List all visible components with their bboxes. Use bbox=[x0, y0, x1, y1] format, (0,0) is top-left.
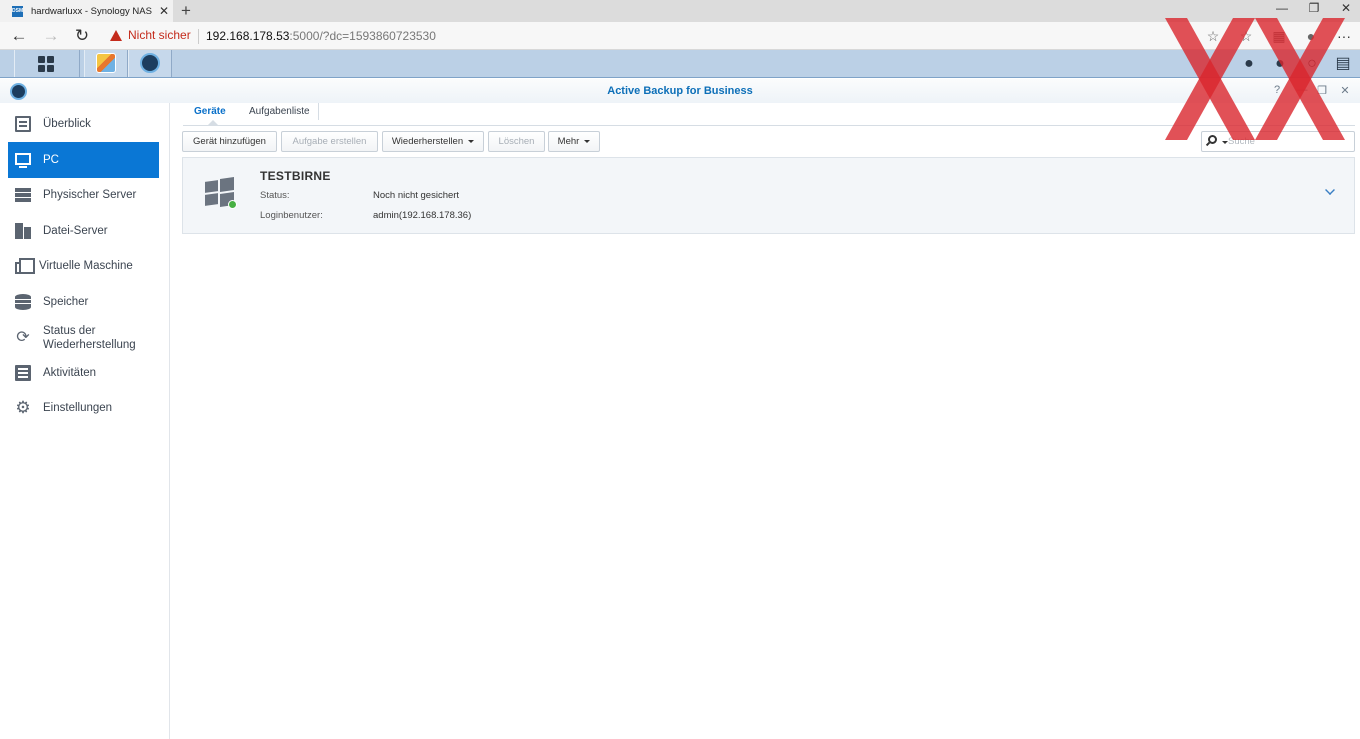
more-button-label: Mehr bbox=[557, 136, 580, 147]
sidebar-item-physical-server[interactable]: Physischer Server bbox=[8, 177, 159, 213]
notifications-chat-icon[interactable]: ● bbox=[1239, 54, 1259, 74]
sidebar-item-label: Physischer Server bbox=[43, 189, 137, 201]
sidebar-item-label: Aktivitäten bbox=[43, 367, 97, 379]
sidebar-item-label: Datei-Server bbox=[43, 225, 108, 237]
sidebar-item-label: Überblick bbox=[43, 118, 91, 130]
create-task-button[interactable]: Aufgabe erstellen bbox=[281, 131, 378, 152]
reload-icon[interactable]: ↻ bbox=[71, 25, 93, 47]
search-icon[interactable]: ○ bbox=[1302, 54, 1322, 74]
security-label: Nicht sicher bbox=[128, 28, 191, 42]
login-user-label: Loginbenutzer: bbox=[260, 210, 323, 221]
browser-tab-title: hardwarluxx - Synology NAS bbox=[31, 5, 152, 17]
chevron-down-icon bbox=[584, 140, 591, 143]
more-button[interactable]: Mehr bbox=[548, 131, 600, 152]
restore-status-icon: ⟳ bbox=[16, 329, 30, 346]
forward-arrow-icon[interactable]: → bbox=[40, 25, 62, 47]
main-menu-icon bbox=[38, 56, 54, 72]
dsm-favicon-icon: DSM bbox=[12, 5, 23, 17]
search-input[interactable] bbox=[1228, 134, 1348, 149]
collections-icon[interactable]: ▦ bbox=[1270, 27, 1288, 45]
browser-tab[interactable]: DSM hardwarluxx - Synology NAS ✕ bbox=[0, 0, 173, 22]
url-host: 192.168.178.53 bbox=[206, 29, 290, 43]
device-card[interactable]: TESTBIRNE Status: Noch nicht gesichert L… bbox=[182, 157, 1355, 234]
search-box[interactable] bbox=[1201, 131, 1355, 152]
status-label: Status: bbox=[260, 190, 290, 201]
sidebar: Überblick PC Physischer Server Datei-Ser… bbox=[0, 103, 170, 739]
sidebar-item-storage[interactable]: Speicher bbox=[8, 284, 159, 320]
dsm-taskbar: ● ● ○ ▤ bbox=[0, 50, 1360, 78]
main-tabs: Geräte Aufgabenliste bbox=[183, 103, 1355, 126]
settings-icon: ⚙ bbox=[15, 398, 31, 417]
more-menu-icon[interactable]: ··· bbox=[1335, 27, 1353, 45]
address-separator bbox=[198, 29, 199, 44]
close-app-icon[interactable]: ✕ bbox=[1338, 84, 1352, 97]
tab-devices[interactable]: Geräte bbox=[194, 106, 226, 117]
new-tab-button[interactable]: + bbox=[178, 1, 194, 21]
active-backup-icon bbox=[140, 53, 160, 73]
minimize-app-icon[interactable]: — bbox=[1295, 84, 1309, 96]
taskbar-app-package-center[interactable] bbox=[84, 50, 128, 77]
activity-icon bbox=[15, 365, 31, 381]
sidebar-item-label: Einstellungen bbox=[43, 402, 113, 414]
address-bar: ← → ↻ Nicht sicher 192.168.178.53:5000/?… bbox=[0, 22, 1360, 50]
sidebar-item-activities[interactable]: Aktivitäten bbox=[8, 355, 159, 391]
vm-icon bbox=[15, 258, 35, 274]
sidebar-item-file-server[interactable]: Datei-Server bbox=[8, 213, 159, 249]
back-arrow-icon[interactable]: ← bbox=[8, 25, 30, 47]
file-server-icon bbox=[15, 223, 31, 239]
url-field[interactable]: 192.168.178.53:5000/?dc=1593860723530 bbox=[206, 29, 436, 43]
overview-icon bbox=[15, 116, 31, 132]
delete-button[interactable]: Löschen bbox=[488, 131, 545, 152]
favorites-list-icon[interactable]: ☆ bbox=[1237, 27, 1255, 45]
sidebar-item-label: PC bbox=[43, 154, 59, 166]
tab-task-list[interactable]: Aufgabenliste bbox=[249, 106, 310, 117]
widgets-icon[interactable]: ▤ bbox=[1333, 54, 1353, 74]
url-path: :5000/?dc=1593860723530 bbox=[289, 29, 436, 43]
login-user-value: admin(192.168.178.36) bbox=[373, 210, 472, 221]
online-status-dot bbox=[228, 200, 237, 209]
favorite-star-icon[interactable]: ☆ bbox=[1204, 27, 1222, 45]
security-indicator[interactable]: Nicht sicher bbox=[110, 28, 191, 42]
restore-button-label: Wiederherstellen bbox=[391, 136, 464, 147]
search-icon[interactable] bbox=[1208, 135, 1217, 144]
browser-tabstrip: DSM hardwarluxx - Synology NAS ✕ + — ❐ ✕ bbox=[0, 0, 1360, 22]
add-device-button[interactable]: Gerät hinzufügen bbox=[182, 131, 277, 152]
restore-window-icon[interactable]: ❐ bbox=[1298, 0, 1330, 18]
tab-separator bbox=[318, 103, 319, 120]
sidebar-item-label: Status der Wiederherstellung bbox=[43, 325, 136, 351]
sidebar-item-virtual-machine[interactable]: Virtuelle Maschine bbox=[8, 248, 159, 284]
app-window-titlebar: Active Backup for Business ? — ❐ ✕ bbox=[0, 79, 1360, 103]
storage-icon bbox=[15, 294, 31, 310]
app-title: Active Backup for Business bbox=[607, 85, 753, 97]
sidebar-item-restore-status[interactable]: ⟳ Status der Wiederherstellung bbox=[8, 320, 159, 356]
expand-chevron-icon[interactable] bbox=[1325, 185, 1335, 195]
server-icon bbox=[15, 187, 31, 203]
maximize-app-icon[interactable]: ❐ bbox=[1315, 84, 1329, 97]
sidebar-item-label: Virtuelle Maschine bbox=[39, 260, 133, 272]
package-center-icon bbox=[96, 53, 116, 73]
pc-icon bbox=[15, 152, 31, 168]
taskbar-app-active-backup[interactable] bbox=[128, 50, 172, 77]
sidebar-item-pc[interactable]: PC bbox=[8, 142, 159, 178]
close-window-icon[interactable]: ✕ bbox=[1330, 0, 1360, 18]
restore-button[interactable]: Wiederherstellen bbox=[382, 131, 484, 152]
chevron-down-icon bbox=[468, 140, 475, 143]
close-tab-icon[interactable]: ✕ bbox=[155, 4, 173, 18]
status-value: Noch nicht gesichert bbox=[373, 190, 460, 201]
user-icon[interactable]: ● bbox=[1270, 54, 1290, 74]
main-menu-button[interactable] bbox=[14, 50, 80, 77]
sidebar-item-overview[interactable]: Überblick bbox=[8, 106, 159, 142]
minimize-window-icon[interactable]: — bbox=[1266, 0, 1298, 18]
warning-icon bbox=[110, 29, 122, 41]
device-name: TESTBIRNE bbox=[260, 169, 331, 183]
profile-icon[interactable]: ● bbox=[1302, 27, 1320, 45]
help-icon[interactable]: ? bbox=[1270, 84, 1284, 96]
sidebar-item-label: Speicher bbox=[43, 296, 89, 308]
sidebar-item-settings[interactable]: ⚙ Einstellungen bbox=[8, 390, 159, 426]
active-tab-indicator bbox=[207, 120, 219, 126]
